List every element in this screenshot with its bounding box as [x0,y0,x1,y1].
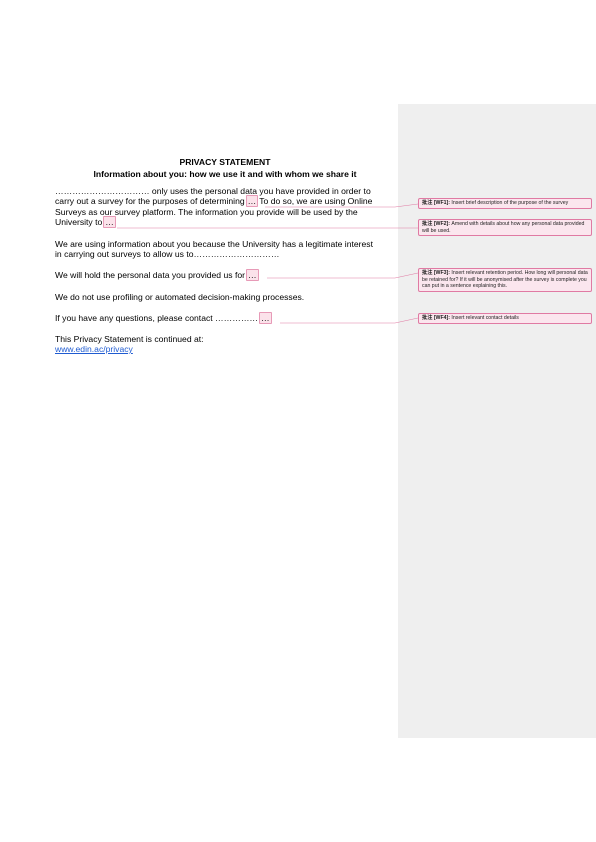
paragraph-1-line-4: University to… [55,216,395,228]
document-title: PRIVACY STATEMENT [179,157,271,167]
text-run: To do so, we are using Online [259,196,373,206]
paragraph-2-line-1: We are using information about you becau… [55,239,395,249]
comment-anchor-wf2[interactable]: … [103,216,116,228]
comment-wf1[interactable]: 批注 [WF1]: Insert brief description of th… [418,198,592,209]
text-run: We do not use profiling or automated dec… [55,292,305,302]
text-run: This Privacy Statement is continued at: [55,334,204,344]
text-run: in carrying out surveys to allow us to……… [55,249,280,259]
text-run: Surveys as our survey platform. The info… [55,207,358,217]
comment-wf4[interactable]: 批注 [WF4]: Insert relevant contact detail… [418,313,592,324]
comment-label: 批注 [WF3]: [422,270,450,276]
comment-text: Insert relevant contact details [451,315,519,321]
paragraph-1-line-2: carry out a survey for the purposes of d… [55,195,395,207]
text-run: If you have any questions, please contac… [55,313,259,323]
text-run: …………………………… only uses the personal data … [55,186,371,196]
paragraph-2-line-2: in carrying out surveys to allow us to……… [55,249,395,259]
text-run: We will hold the personal data you provi… [55,270,245,280]
document-subtitle: Information about you: how we use it and… [93,169,357,179]
paragraph-6: This Privacy Statement is continued at: [55,334,395,344]
paragraph-3: We will hold the personal data you provi… [55,269,395,281]
comment-label: 批注 [WF4]: [422,315,450,321]
comment-wf3[interactable]: 批注 [WF3]: Insert relevant retention peri… [418,268,592,292]
comment-anchor-wf1[interactable]: … [245,195,259,207]
comment-text: Insert brief description of the purpose … [451,200,569,206]
text-run: University to [55,217,103,227]
privacy-link-line: www.edin.ac/privacy [55,344,395,354]
text-run: We are using information about you becau… [55,239,373,249]
paragraph-1-line-1: …………………………… only uses the personal data … [55,186,395,196]
comment-anchor-wf4[interactable]: … [259,312,272,324]
paragraph-4: We do not use profiling or automated dec… [55,292,395,302]
paragraph-5: If you have any questions, please contac… [55,312,395,324]
comment-label: 批注 [WF2]: [422,221,450,227]
privacy-link[interactable]: www.edin.ac/privacy [55,344,133,354]
comment-wf2[interactable]: 批注 [WF2]: Amend with details about how a… [418,219,592,237]
text-run: carry out a survey for the purposes of d… [55,196,245,206]
comment-label: 批注 [WF1]: [422,200,450,206]
comment-anchor-wf3[interactable]: … [245,269,259,281]
